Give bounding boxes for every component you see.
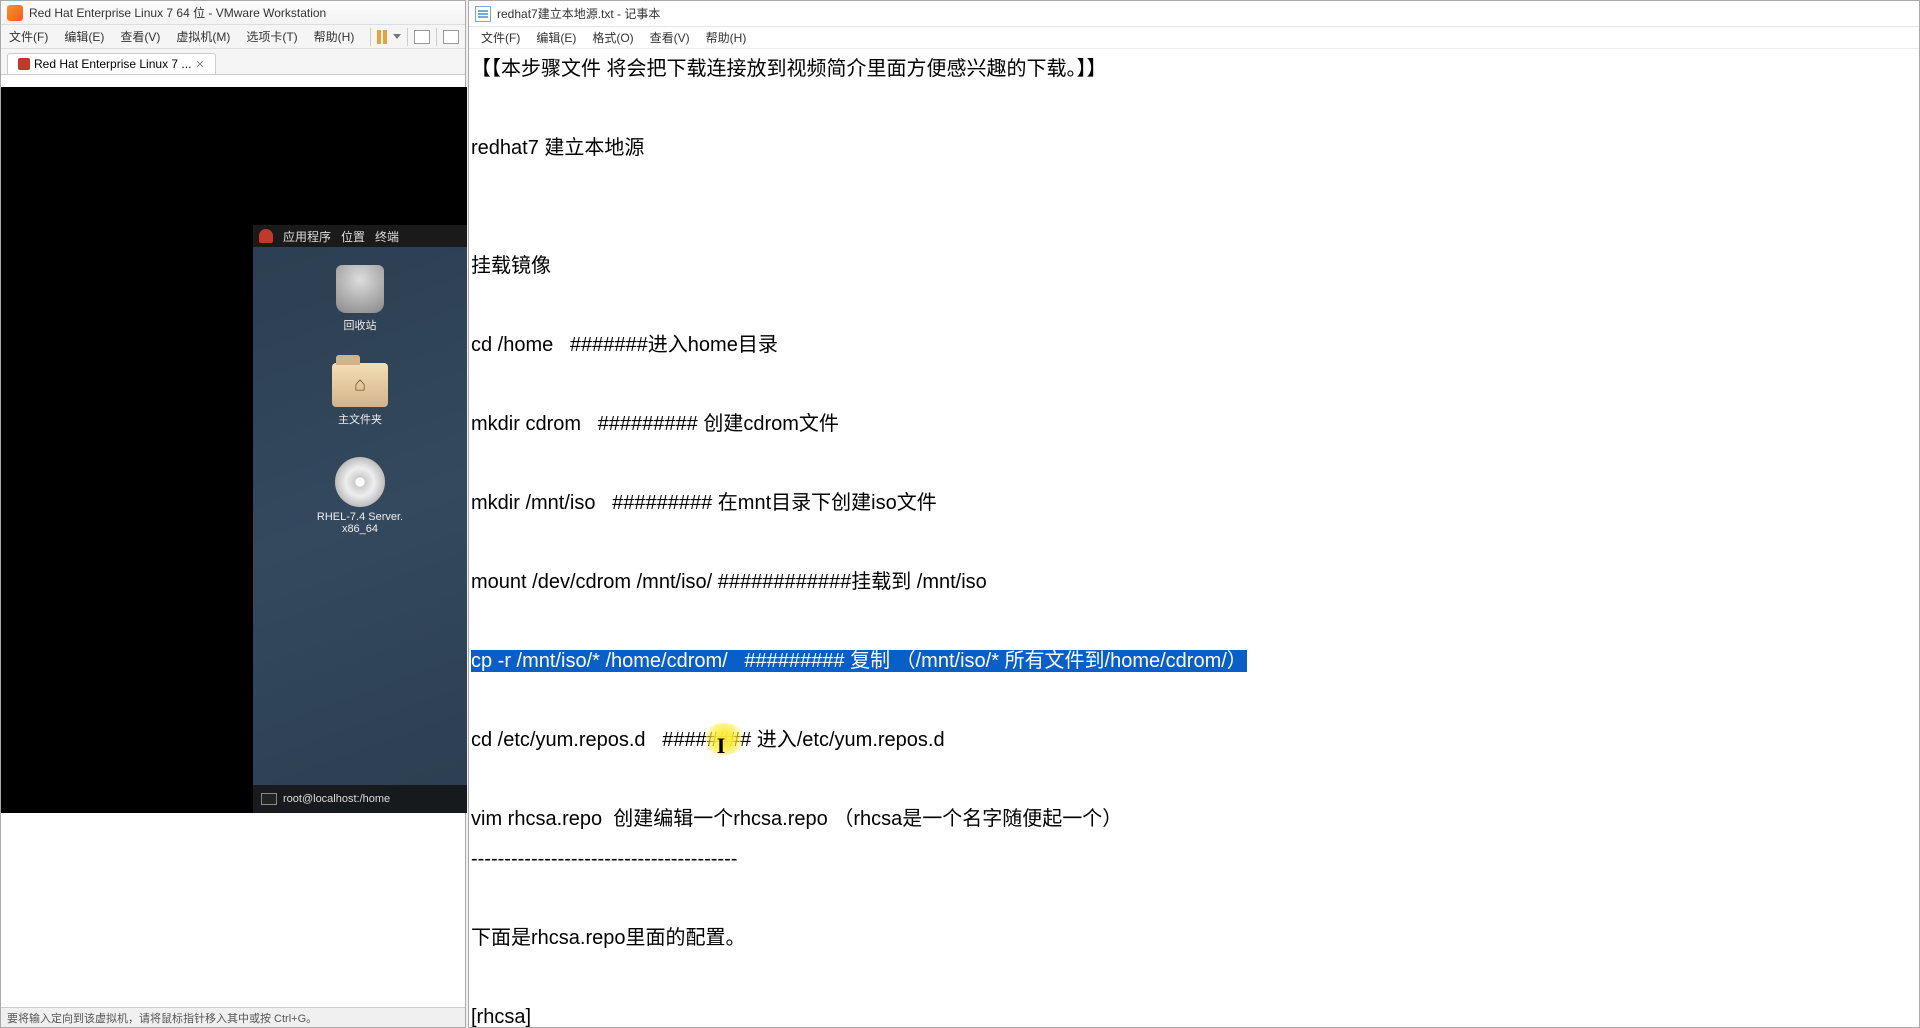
- send-keys-icon[interactable]: [414, 30, 430, 44]
- notepad-text-area[interactable]: 【【本步骤文件 将会把下载连接放到视频简介里面方便感兴趣的下载。】】 redha…: [469, 49, 1919, 1027]
- text-line: vim rhcsa.repo 创建编辑一个rhcsa.repo （rhcsa是一…: [471, 808, 1122, 830]
- power-dropdown-icon[interactable]: [393, 34, 401, 39]
- menu-help[interactable]: 帮助(H): [306, 28, 363, 45]
- selected-text: cp -r /mnt/iso/* /home/cdrom/ ######### …: [471, 650, 1247, 672]
- gnome-top-bar: 应用程序 位置 终端: [253, 225, 467, 247]
- close-icon[interactable]: ✕: [195, 58, 204, 71]
- vm-screen[interactable]: 应用程序 位置 终端 回收站 ⌂ 主文件夹 RHEL-7.4 Server. x…: [1, 87, 467, 813]
- gnome-places[interactable]: 位置: [341, 228, 365, 245]
- np-menu-view[interactable]: 查看(V): [642, 29, 698, 46]
- trash-desktop-icon[interactable]: 回收站: [336, 265, 384, 333]
- vmware-title: Red Hat Enterprise Linux 7 64 位 - VMware…: [29, 4, 326, 21]
- text-line: ----------------------------------------: [471, 848, 737, 870]
- np-menu-edit[interactable]: 编辑(E): [528, 29, 584, 46]
- pause-icon[interactable]: [377, 30, 387, 44]
- text-line: cd /etc/yum.repos.d ####: [471, 729, 707, 751]
- text-line: [rhcsa]: [471, 1006, 531, 1027]
- text-line: # 进入/etc/yum.repos.d: [740, 729, 945, 751]
- gnome-applications[interactable]: 应用程序: [283, 228, 331, 245]
- vmware-app-icon: [7, 5, 23, 21]
- vmware-window: Red Hat Enterprise Linux 7 64 位 - VMware…: [0, 0, 466, 1028]
- toolbar-separator: [407, 28, 408, 46]
- snapshot-icon[interactable]: [443, 30, 459, 44]
- gnome-terminal-menu[interactable]: 终端: [375, 228, 399, 245]
- menu-edit[interactable]: 编辑(E): [56, 28, 112, 45]
- toolbar-separator: [370, 28, 371, 46]
- text-line: mount /dev/cdrom /mnt/iso/ ############挂…: [471, 571, 987, 593]
- notepad-title: redhat7建立本地源.txt - 记事本: [497, 5, 660, 22]
- redhat-logo-icon: [259, 229, 273, 243]
- trash-icon: [336, 265, 384, 313]
- vmware-titlebar[interactable]: Red Hat Enterprise Linux 7 64 位 - VMware…: [1, 1, 465, 25]
- disc-label: RHEL-7.4 Server. x86_64: [317, 511, 403, 535]
- redhat-tab-icon: [18, 58, 30, 70]
- text-line: 【【本步骤文件 将会把下载连接放到视频简介里面方便感兴趣的下载。】】: [471, 58, 1107, 80]
- desktop-icons: 回收站 ⌂ 主文件夹 RHEL-7.4 Server. x86_64: [253, 265, 467, 535]
- text-line: 挂载镜像: [471, 255, 551, 277]
- menu-vm[interactable]: 虚拟机(M): [168, 28, 238, 45]
- notepad-window: redhat7建立本地源.txt - 记事本 文件(F) 编辑(E) 格式(O)…: [468, 0, 1920, 1028]
- home-folder-icon[interactable]: ⌂ 主文件夹: [332, 363, 388, 427]
- np-menu-format[interactable]: 格式(O): [584, 29, 641, 46]
- text-line: cd /home #######进入home目录: [471, 334, 778, 356]
- vmware-status-text: 要将输入定向到该虚拟机，请将鼠标指针移入其中或按 Ctrl+G。: [7, 1013, 317, 1025]
- notepad-menu-bar: 文件(F) 编辑(E) 格式(O) 查看(V) 帮助(H): [469, 27, 1919, 49]
- text-line: mkdir cdrom ######### 创建cdrom文件: [471, 413, 839, 435]
- disc-desktop-icon[interactable]: RHEL-7.4 Server. x86_64: [317, 457, 403, 535]
- gnome-taskbar: root@localhost:/home: [253, 785, 467, 813]
- gnome-desktop[interactable]: 应用程序 位置 终端 回收站 ⌂ 主文件夹 RHEL-7.4 Server. x…: [253, 225, 467, 813]
- toolbar-separator: [436, 28, 437, 46]
- trash-label: 回收站: [344, 317, 377, 333]
- text-line: ###: [707, 729, 740, 751]
- vmware-tab-bar: Red Hat Enterprise Linux 7 ... ✕: [1, 49, 465, 75]
- terminal-icon[interactable]: [261, 793, 277, 805]
- notepad-app-icon: [475, 6, 491, 22]
- vmware-status-bar: 要将输入定向到该虚拟机，请将鼠标指针移入其中或按 Ctrl+G。: [1, 1007, 465, 1027]
- text-line: 下面是rhcsa.repo里面的配置。: [471, 927, 746, 949]
- notepad-titlebar[interactable]: redhat7建立本地源.txt - 记事本: [469, 1, 1919, 27]
- taskbar-entry[interactable]: root@localhost:/home: [283, 793, 390, 805]
- vm-tab[interactable]: Red Hat Enterprise Linux 7 ... ✕: [7, 53, 216, 74]
- text-line: redhat7 建立本地源: [471, 137, 644, 159]
- folder-icon: ⌂: [332, 363, 388, 407]
- vm-tab-label: Red Hat Enterprise Linux 7 ...: [34, 57, 191, 71]
- menu-tabs[interactable]: 选项卡(T): [238, 28, 305, 45]
- np-menu-help[interactable]: 帮助(H): [698, 29, 755, 46]
- disc-icon: [335, 457, 385, 507]
- np-menu-file[interactable]: 文件(F): [473, 29, 528, 46]
- text-line: mkdir /mnt/iso ######### 在mnt目录下创建iso文件: [471, 492, 937, 514]
- menu-view[interactable]: 查看(V): [112, 28, 168, 45]
- vmware-menu-bar: 文件(F) 编辑(E) 查看(V) 虚拟机(M) 选项卡(T) 帮助(H): [1, 25, 465, 49]
- vmware-toolbar: [370, 28, 465, 46]
- home-label: 主文件夹: [338, 411, 382, 427]
- menu-file[interactable]: 文件(F): [1, 28, 56, 45]
